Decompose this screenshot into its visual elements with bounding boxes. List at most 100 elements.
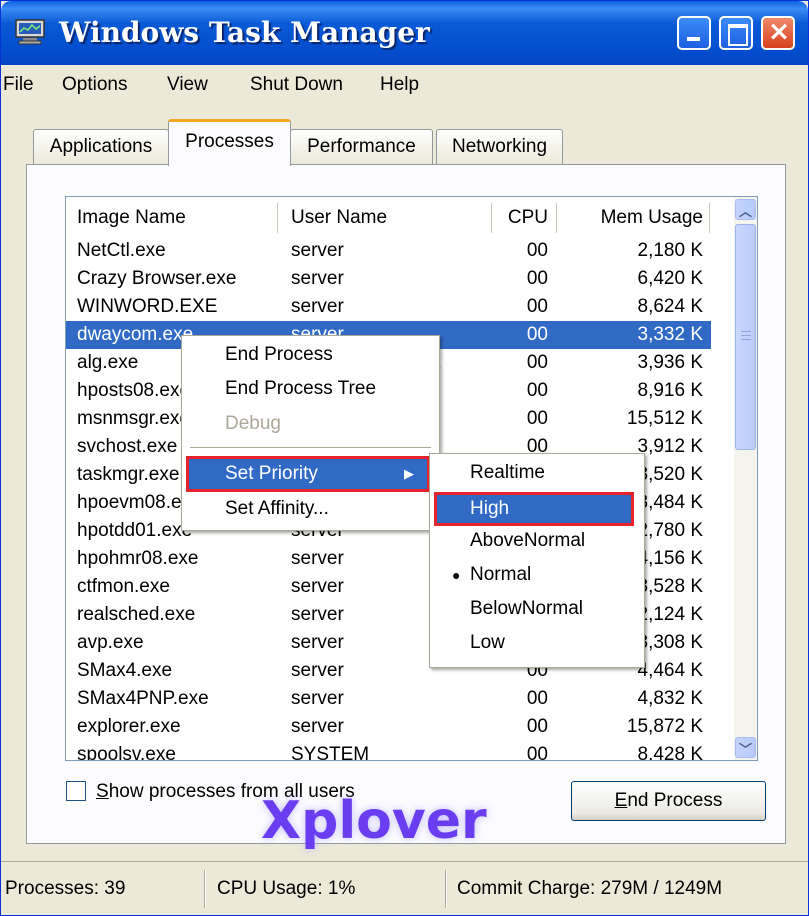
column-divider[interactable] bbox=[556, 203, 557, 233]
cell-cpu: 00 bbox=[526, 324, 548, 345]
cell-image-name: realsched.exe bbox=[77, 604, 196, 625]
priority-belownormal[interactable]: BelowNormal bbox=[434, 594, 640, 624]
status-process-count: Processes: 39 bbox=[5, 878, 126, 899]
menu-set-affinity[interactable]: Set Affinity... bbox=[186, 494, 435, 524]
maximize-button[interactable] bbox=[719, 16, 753, 50]
priority-label: High bbox=[470, 498, 510, 519]
close-button[interactable]: × bbox=[761, 16, 795, 50]
column-divider[interactable] bbox=[709, 203, 710, 233]
scroll-down-icon: ﹀ bbox=[738, 743, 752, 758]
priority-low[interactable]: Low bbox=[434, 628, 640, 658]
cell-image-name: spoolsv.exe bbox=[77, 744, 176, 761]
scroll-down-button[interactable]: ﹀ bbox=[735, 737, 756, 758]
cell-cpu: 00 bbox=[526, 744, 548, 761]
priority-realtime[interactable]: Realtime bbox=[434, 458, 640, 488]
menu-end-process-tree[interactable]: End Process Tree bbox=[186, 374, 435, 404]
cell-user-name: SYSTEM bbox=[291, 744, 370, 761]
cell-image-name: taskmgr.exe bbox=[77, 464, 180, 485]
title-bar[interactable]: Windows Task Manager × bbox=[1, 1, 808, 65]
cell-mem-usage: 8,916 K bbox=[637, 380, 704, 401]
cell-mem-usage: 3,936 K bbox=[637, 352, 704, 373]
menu-shut-down[interactable]: Shut Down bbox=[250, 74, 343, 96]
column-divider[interactable] bbox=[491, 203, 492, 233]
cell-user-name: server bbox=[291, 688, 344, 709]
cell-image-name: Crazy Browser.exe bbox=[77, 268, 237, 289]
cell-image-name: explorer.exe bbox=[77, 716, 181, 737]
scroll-up-icon: ︿ bbox=[738, 205, 752, 220]
col-image-name[interactable]: Image Name bbox=[77, 201, 186, 235]
submenu-arrow-icon: ▶ bbox=[404, 466, 414, 481]
menu-help[interactable]: Help bbox=[380, 74, 419, 96]
table-row[interactable]: SMax4PNP.exe server 00 4,832 K bbox=[66, 685, 711, 713]
col-user-name[interactable]: User Name bbox=[291, 201, 387, 235]
window-title: Windows Task Manager bbox=[59, 16, 430, 49]
menu-bar: File Options View Shut Down Help bbox=[1, 65, 808, 105]
tab-processes[interactable]: Processes bbox=[168, 119, 291, 166]
cell-cpu: 00 bbox=[526, 408, 548, 429]
cell-image-name: NetCtl.exe bbox=[77, 240, 166, 261]
tab-performance[interactable]: Performance bbox=[290, 129, 433, 165]
cell-image-name: ctfmon.exe bbox=[77, 576, 170, 597]
menu-debug: Debug bbox=[225, 413, 281, 434]
cell-image-name: dwaycom.exe bbox=[77, 324, 194, 345]
cell-user-name: server bbox=[291, 716, 344, 737]
menu-file[interactable]: File bbox=[3, 74, 34, 96]
col-mem-usage[interactable]: Mem Usage bbox=[566, 201, 703, 235]
cell-user-name: server bbox=[291, 268, 344, 289]
cell-cpu: 00 bbox=[526, 380, 548, 401]
table-row[interactable]: spoolsv.exe SYSTEM 00 8,428 K bbox=[66, 741, 711, 761]
cell-cpu: 00 bbox=[526, 240, 548, 261]
scroll-up-button[interactable]: ︿ bbox=[735, 199, 756, 220]
cell-image-name: alg.exe bbox=[77, 352, 139, 373]
cell-cpu: 00 bbox=[526, 716, 548, 737]
cell-mem-usage: 8,624 K bbox=[637, 296, 704, 317]
scroll-thumb[interactable] bbox=[735, 224, 756, 450]
cell-cpu: 00 bbox=[526, 352, 548, 373]
radio-bullet-icon: ● bbox=[452, 567, 461, 583]
column-divider[interactable] bbox=[277, 203, 278, 233]
show-all-processes-checkbox[interactable] bbox=[66, 781, 86, 801]
mnemonic-letter: E bbox=[614, 790, 628, 811]
menu-separator bbox=[190, 447, 431, 448]
menu-options[interactable]: Options bbox=[62, 74, 127, 96]
table-row[interactable]: Crazy Browser.exe server 00 6,420 K bbox=[66, 265, 711, 293]
menu-set-priority[interactable]: Set Priority ▶ bbox=[186, 456, 430, 492]
cell-image-name: hpotdd01.exe bbox=[77, 520, 193, 541]
vertical-scrollbar[interactable]: ︿ ﹀ bbox=[734, 197, 757, 760]
cell-cpu: 00 bbox=[526, 268, 548, 289]
end-process-button[interactable]: End Process bbox=[571, 781, 766, 821]
table-row[interactable]: NetCtl.exe server 00 2,180 K bbox=[66, 237, 711, 265]
priority-high[interactable]: High bbox=[434, 492, 634, 526]
cell-image-name: hpohmr08.exe bbox=[77, 548, 199, 569]
minimize-button[interactable] bbox=[677, 16, 711, 50]
priority-submenu: Realtime High AboveNormal Normal ● BelowNorma… bbox=[429, 453, 645, 668]
cell-mem-usage: 8,428 K bbox=[637, 744, 704, 761]
cell-user-name: server bbox=[291, 604, 344, 625]
priority-label: Realtime bbox=[470, 462, 545, 483]
cell-cpu: 00 bbox=[526, 688, 548, 709]
cell-image-name: SMax4.exe bbox=[77, 660, 173, 681]
menu-end-process[interactable]: End Process bbox=[186, 340, 435, 370]
minimize-icon bbox=[687, 37, 700, 41]
table-row[interactable]: WINWORD.EXE server 00 8,624 K bbox=[66, 293, 711, 321]
cell-mem-usage: 15,872 K bbox=[626, 716, 703, 737]
cell-user-name: server bbox=[291, 576, 344, 597]
menu-view[interactable]: View bbox=[167, 74, 208, 96]
col-cpu[interactable]: CPU bbox=[496, 201, 548, 235]
priority-normal[interactable]: Normal ● bbox=[434, 560, 640, 590]
cell-mem-usage: 2,180 K bbox=[637, 240, 704, 261]
tab-applications[interactable]: Applications bbox=[33, 129, 169, 165]
status-divider bbox=[204, 870, 206, 908]
priority-abovenormal[interactable]: AboveNormal bbox=[434, 526, 640, 556]
cell-image-name: msnmsgr.exe bbox=[77, 408, 190, 429]
tab-networking[interactable]: Networking bbox=[436, 129, 563, 165]
table-row[interactable]: explorer.exe server 00 15,872 K bbox=[66, 713, 711, 741]
cell-image-name: avp.exe bbox=[77, 632, 144, 653]
cell-image-name: SMax4PNP.exe bbox=[77, 688, 209, 709]
priority-label: BelowNormal bbox=[470, 598, 583, 619]
maximize-icon bbox=[728, 24, 748, 46]
status-commit-charge: Commit Charge: 279M / 1249M bbox=[457, 878, 723, 899]
task-manager-window: Windows Task Manager × File Options View… bbox=[0, 0, 809, 916]
task-manager-icon bbox=[15, 19, 45, 45]
cell-user-name: server bbox=[291, 632, 344, 653]
